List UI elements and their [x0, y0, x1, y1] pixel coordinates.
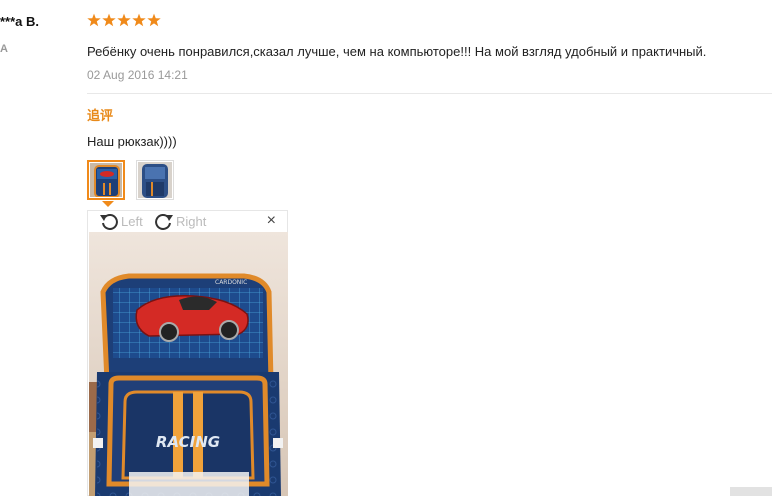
- image-viewer: Left Right × CARDONIC RACING: [87, 210, 288, 496]
- photo-brand-text: CARDONIC: [215, 279, 247, 286]
- thumbnail-image: [90, 163, 122, 197]
- photo-thumbnail-2[interactable]: [136, 160, 174, 200]
- backpack-photo: CARDONIC RACING: [89, 232, 288, 496]
- thumbnail-pointer: [102, 201, 114, 207]
- review-date: 02 Aug 2016 14:21: [87, 68, 188, 82]
- viewer-toolbar: Left Right ×: [88, 211, 287, 231]
- rotate-right-button[interactable]: Right: [154, 212, 206, 230]
- star-icon: [147, 13, 161, 27]
- star-icon: [87, 13, 101, 27]
- close-icon[interactable]: ×: [267, 213, 276, 229]
- rotate-left-button[interactable]: Left: [99, 212, 143, 230]
- followup-text: Наш рюкзак)))): [87, 134, 177, 149]
- star-icon: [117, 13, 131, 27]
- rotate-right-icon: [154, 212, 174, 230]
- star-icon: [132, 13, 146, 27]
- star-rating: [87, 13, 161, 27]
- thumbnail-image: [138, 162, 172, 198]
- review-country: A: [0, 43, 8, 55]
- photo-racing-text: RACING: [156, 433, 220, 451]
- review-author: ***a B.: [0, 14, 40, 29]
- star-icon: [102, 13, 116, 27]
- review-text: Ребёнку очень понравился,сказал лучше, ч…: [87, 44, 707, 59]
- divider: [87, 93, 772, 94]
- rotate-left-label: Left: [121, 213, 143, 229]
- followup-label: 追评: [87, 108, 114, 123]
- rotate-right-label: Right: [176, 213, 207, 229]
- scrollbar-corner[interactable]: [730, 487, 772, 496]
- photo-thumbnail-1[interactable]: [87, 160, 125, 200]
- rotate-left-icon: [99, 212, 119, 230]
